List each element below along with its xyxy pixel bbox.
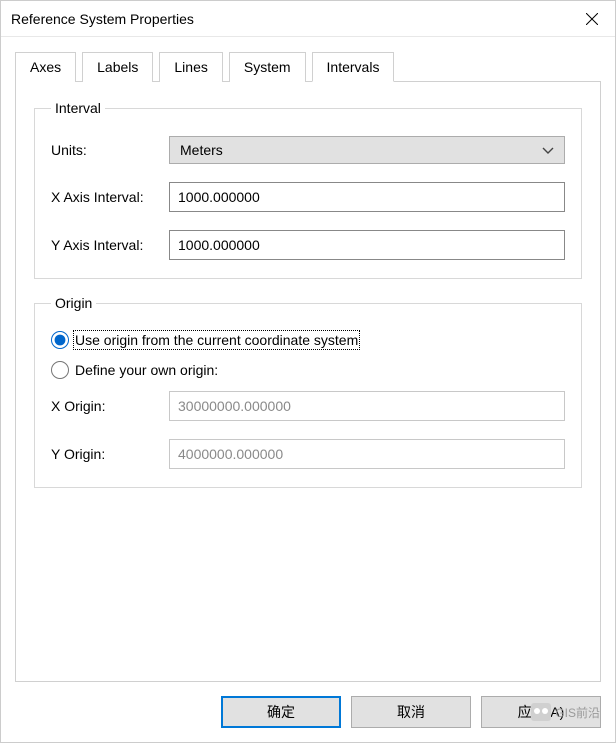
tab-panel-intervals: Interval Units: Meters X Axis Interval: xyxy=(15,81,601,682)
units-dropdown[interactable]: Meters xyxy=(169,136,565,164)
units-label: Units: xyxy=(51,142,169,158)
x-origin-input[interactable] xyxy=(169,391,565,421)
origin-legend: Origin xyxy=(51,295,96,311)
origin-define-radio[interactable] xyxy=(51,361,69,379)
origin-current-radio[interactable] xyxy=(51,331,69,349)
x-interval-label: X Axis Interval: xyxy=(51,189,169,205)
x-interval-row: X Axis Interval: xyxy=(51,182,565,212)
origin-group: Origin Use origin from the current coord… xyxy=(34,295,582,488)
y-interval-input[interactable] xyxy=(169,230,565,260)
cancel-button[interactable]: 取消 xyxy=(351,696,471,728)
y-origin-input[interactable] xyxy=(169,439,565,469)
tab-strip: Axes Labels Lines System Intervals xyxy=(15,51,601,81)
apply-button[interactable]: 应用(A) xyxy=(481,696,601,728)
y-origin-label: Y Origin: xyxy=(51,446,169,462)
origin-current-label: Use origin from the current coordinate s… xyxy=(75,332,358,348)
y-interval-row: Y Axis Interval: xyxy=(51,230,565,260)
dialog-window: Reference System Properties Axes Labels … xyxy=(0,0,616,743)
units-row: Units: Meters xyxy=(51,136,565,164)
y-origin-row: Y Origin: xyxy=(51,439,565,469)
y-interval-label: Y Axis Interval: xyxy=(51,237,169,253)
origin-current-row: Use origin from the current coordinate s… xyxy=(51,331,565,349)
close-button[interactable] xyxy=(569,1,615,37)
interval-legend: Interval xyxy=(51,100,105,116)
tab-labels[interactable]: Labels xyxy=(82,52,153,82)
window-title: Reference System Properties xyxy=(11,11,569,27)
button-bar: 确定 取消 应用(A) xyxy=(1,682,615,742)
tab-lines[interactable]: Lines xyxy=(159,52,222,82)
tab-axes[interactable]: Axes xyxy=(15,52,76,82)
x-interval-input[interactable] xyxy=(169,182,565,212)
interval-group: Interval Units: Meters X Axis Interval: xyxy=(34,100,582,279)
tab-system[interactable]: System xyxy=(229,52,306,82)
origin-define-label: Define your own origin: xyxy=(75,362,218,378)
close-icon xyxy=(586,13,598,25)
origin-define-row: Define your own origin: xyxy=(51,361,565,379)
dialog-content: Axes Labels Lines System Intervals Inter… xyxy=(1,37,615,682)
chevron-down-icon xyxy=(542,142,554,158)
titlebar: Reference System Properties xyxy=(1,1,615,37)
origin-inputs: X Origin: Y Origin: xyxy=(51,391,565,469)
x-origin-label: X Origin: xyxy=(51,398,169,414)
units-value: Meters xyxy=(180,142,223,158)
x-origin-row: X Origin: xyxy=(51,391,565,421)
tab-intervals[interactable]: Intervals xyxy=(312,52,395,82)
ok-button[interactable]: 确定 xyxy=(221,696,341,728)
